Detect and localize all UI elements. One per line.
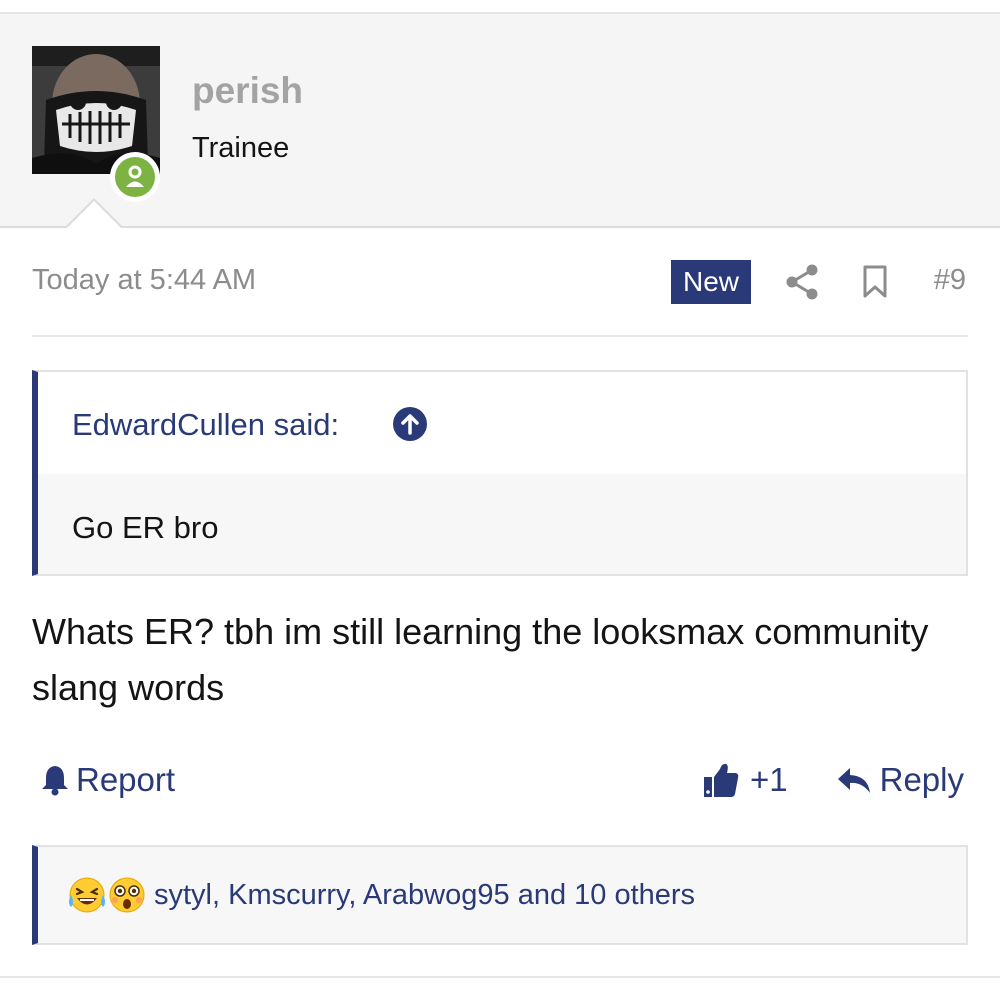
online-status-badge xyxy=(110,152,160,202)
laughing-crying-emoji-icon xyxy=(69,877,105,913)
report-button[interactable]: Report xyxy=(40,758,175,802)
meta-divider xyxy=(32,335,968,337)
like-count: +1 xyxy=(750,761,788,798)
share-icon[interactable] xyxy=(786,264,818,300)
quote-text: Go ER bro xyxy=(72,510,219,545)
user-online-icon xyxy=(115,157,155,197)
report-label: Report xyxy=(76,761,176,798)
reaction-users-link[interactable]: sytyl, Kmscurry, Arabwog95 and 10 others xyxy=(154,879,695,912)
new-badge: New xyxy=(671,260,751,304)
header-pointer xyxy=(64,198,124,229)
reaction-emojis[interactable] xyxy=(66,875,150,915)
flushed-emoji-icon xyxy=(109,877,145,913)
reactions-bar: sytyl, Kmscurry, Arabwog95 and 10 others xyxy=(32,845,968,945)
bookmark-icon[interactable] xyxy=(862,265,888,299)
reply-arrow-icon xyxy=(837,768,870,793)
quote-block: EdwardCullen said: Go ER bro xyxy=(32,370,968,576)
username[interactable]: perish xyxy=(192,70,303,112)
like-button[interactable]: +1 xyxy=(702,758,788,802)
user-header: perish Trainee xyxy=(0,14,1000,228)
forum-post: perish Trainee Today at 5:44 AM New #9 E… xyxy=(0,0,1000,992)
thumbs-up-icon xyxy=(704,763,739,797)
bell-icon xyxy=(42,766,68,796)
message-body: Whats ER? tbh im still learning the look… xyxy=(32,611,929,708)
bottom-divider xyxy=(0,976,1000,978)
quote-author[interactable]: EdwardCullen said: xyxy=(72,407,339,443)
reply-label: Reply xyxy=(879,761,964,798)
quote-header: EdwardCullen said: xyxy=(38,372,966,474)
reply-button[interactable]: Reply xyxy=(836,758,964,802)
user-title: Trainee xyxy=(192,132,290,164)
arrow-up-icon[interactable] xyxy=(393,407,427,441)
post-date[interactable]: Today at 5:44 AM xyxy=(32,264,256,297)
post-number[interactable]: #9 xyxy=(934,264,966,297)
